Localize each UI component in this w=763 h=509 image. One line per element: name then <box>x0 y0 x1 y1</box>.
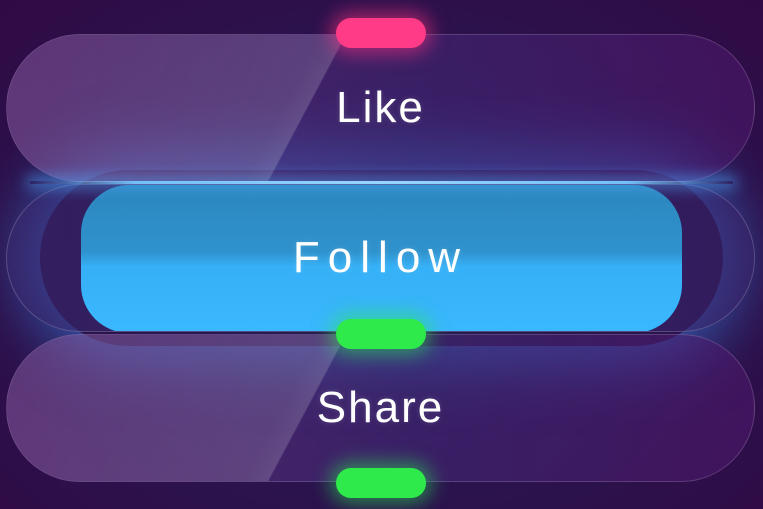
like-label: Like <box>336 83 425 132</box>
follow-button[interactable]: Follow <box>6 184 755 332</box>
share-button[interactable]: Share <box>6 334 755 482</box>
green-indicator-icon <box>336 319 426 349</box>
pink-indicator-icon <box>336 18 426 48</box>
follow-label: Follow <box>292 233 469 282</box>
button-stack: Like Share Follow <box>0 0 763 509</box>
share-label: Share <box>316 383 445 432</box>
green-indicator-icon <box>336 468 426 498</box>
like-button[interactable]: Like <box>6 34 755 182</box>
